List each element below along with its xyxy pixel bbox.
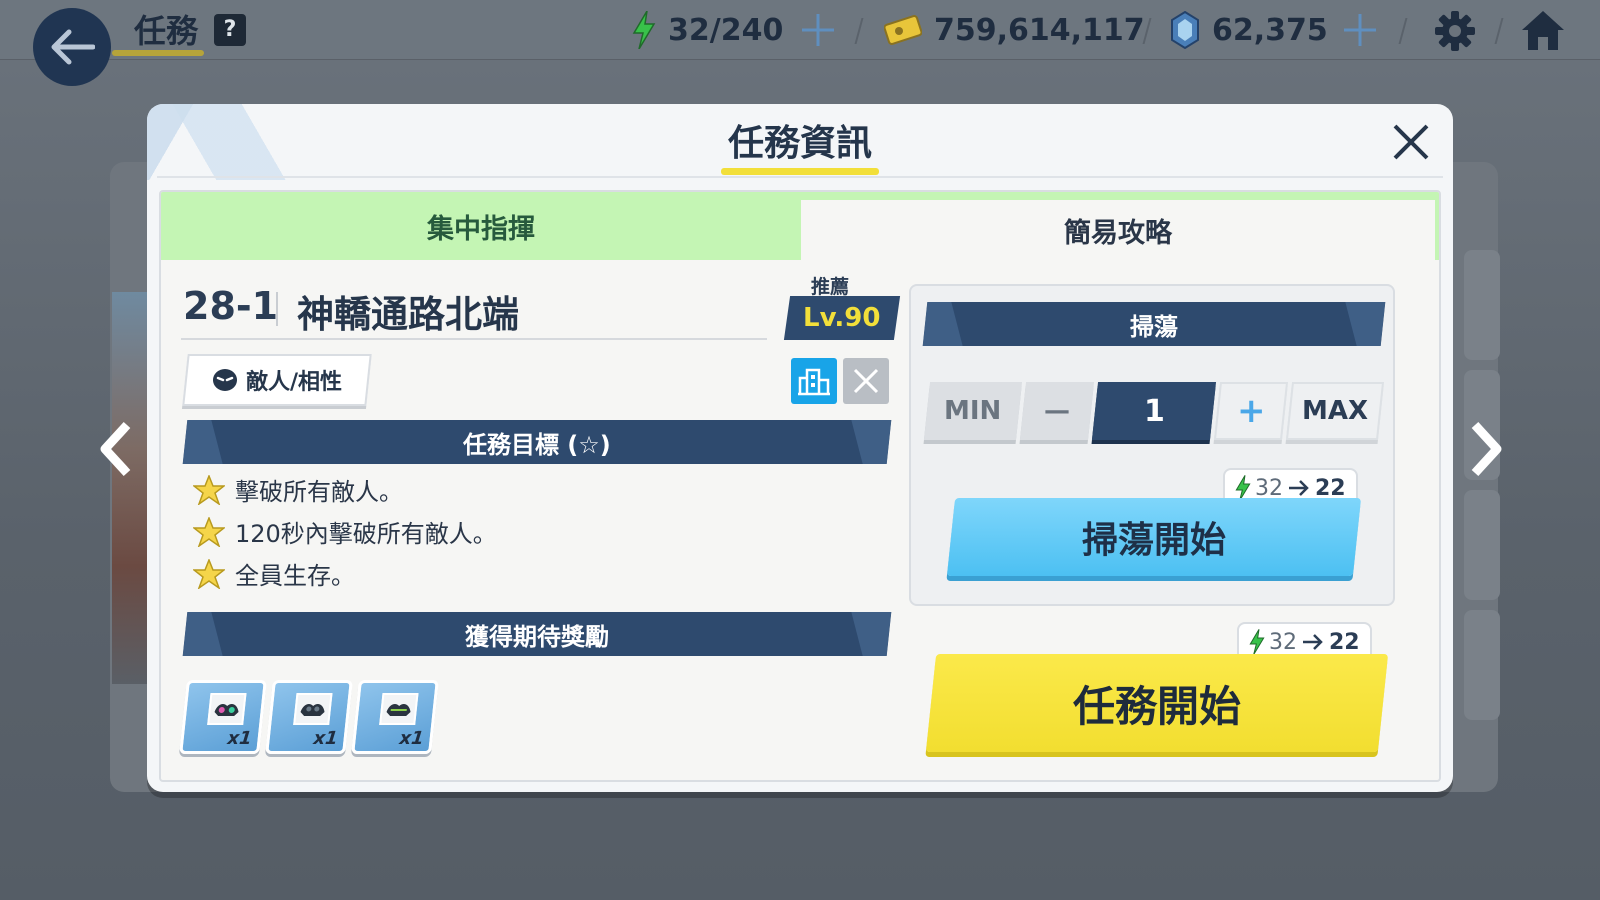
arrow-right-icon	[1303, 634, 1323, 650]
help-button[interactable]: ?	[214, 14, 246, 46]
sweep-count-field[interactable]: 1	[1091, 382, 1217, 440]
reward-item[interactable]: x1	[179, 680, 267, 754]
sweep-max-button[interactable]: MAX	[1285, 382, 1385, 440]
lightning-icon	[1249, 629, 1265, 655]
add-gems-button[interactable]	[1342, 12, 1378, 48]
arrow-left-icon	[51, 29, 95, 65]
objective-text: 擊破所有敵人。	[235, 478, 403, 506]
reward-item[interactable]: x1	[265, 680, 353, 754]
sweep-count-value: 1	[1143, 393, 1165, 429]
settings-gear-icon[interactable]	[1434, 10, 1476, 52]
objectives-header: 任務目標 (☆)	[182, 420, 892, 464]
divider	[276, 292, 278, 326]
enemy-info-button[interactable]: 敵人/相性	[182, 354, 372, 406]
mission-start-button[interactable]: 任務開始	[925, 654, 1389, 752]
objective-text: 120秒內擊破所有敵人。	[235, 520, 497, 548]
credit-card-icon	[884, 15, 922, 45]
dialog-content: 集中指揮 簡易攻略 28-1 神轎通路北端 推薦 Lv.90 敵人/相性 任務目…	[159, 190, 1441, 782]
objective-item: 擊破所有敵人。	[193, 472, 403, 507]
building-icon	[798, 368, 830, 396]
divider	[157, 176, 1443, 178]
close-icon	[853, 368, 879, 394]
sweep-start-label: 掃蕩開始	[1081, 520, 1226, 561]
divider	[181, 338, 767, 340]
recommended-level-badge: Lv.90	[783, 296, 901, 340]
next-stage-button[interactable]	[1462, 416, 1512, 482]
background-stage-card	[1464, 610, 1500, 720]
background-stage-card	[1464, 250, 1500, 360]
credits-value: 759,614,117	[934, 12, 1145, 48]
enemy-info-label: 敵人/相性	[245, 370, 343, 395]
objective-text: 全員生存。	[235, 562, 355, 590]
recommended-label: 推薦	[811, 276, 850, 298]
gems-value: 62,375	[1212, 12, 1328, 48]
lightning-icon	[632, 11, 656, 49]
sweep-title: 掃蕩	[1130, 312, 1178, 341]
sweep-min-label: MIN	[944, 396, 1002, 426]
background-stage-card	[1464, 490, 1500, 600]
credits-counter: 759,614,117	[884, 10, 1145, 50]
gems-counter: 62,375	[1170, 10, 1328, 50]
chevron-right-icon	[1471, 421, 1502, 477]
ap-value: 32/240	[668, 12, 784, 48]
sweep-min-button[interactable]: MIN	[923, 382, 1023, 440]
equipment-icon	[293, 693, 333, 725]
reward-quantity: x1	[398, 728, 425, 749]
plus-icon: +	[1236, 391, 1266, 431]
recommended-level: Lv.90	[803, 303, 881, 333]
sweep-cost-to: 22	[1315, 475, 1346, 501]
stage-number: 28-1	[183, 284, 279, 328]
sweep-increase-button[interactable]: +	[1213, 382, 1289, 440]
star-icon	[193, 558, 225, 589]
reward-quantity: x1	[312, 728, 339, 749]
page-title: 任務	[134, 12, 199, 50]
sweep-cost-from: 32	[1255, 475, 1283, 501]
mission-start-label: 任務開始	[1072, 681, 1241, 731]
objective-item: 120秒內擊破所有敵人。	[193, 514, 497, 549]
sweep-header: 掃蕩	[922, 302, 1386, 346]
gem-icon	[1170, 11, 1200, 49]
close-button[interactable]	[1387, 118, 1435, 166]
objective-item: 全員生存。	[193, 556, 355, 591]
add-ap-button[interactable]	[800, 12, 836, 48]
chevron-left-icon	[100, 421, 131, 477]
rewards-title: 獲得期待獎勵	[465, 622, 609, 651]
tab-focused-command[interactable]: 集中指揮	[161, 192, 801, 260]
minus-icon: —	[1044, 396, 1070, 426]
background-stage-image	[112, 292, 150, 684]
equipment-icon	[207, 693, 247, 725]
back-button[interactable]	[33, 8, 111, 86]
star-icon	[193, 516, 225, 547]
mission-info-dialog: 任務資訊 集中指揮 簡易攻略 28-1 神轎通路北端 推薦 Lv.90 敵人/相…	[147, 104, 1453, 792]
equipment-icon	[379, 693, 419, 725]
sweep-max-label: MAX	[1301, 396, 1369, 426]
stage-name: 神轎通路北端	[297, 293, 519, 336]
tab-quick-guide[interactable]: 簡易攻略	[801, 200, 1435, 260]
objectives-title: 任務目標 (☆)	[463, 430, 611, 459]
sweep-start-button[interactable]: 掃蕩開始	[946, 498, 1362, 576]
mission-cost-from: 32	[1269, 629, 1297, 655]
skip-disabled-button[interactable]	[843, 358, 889, 404]
dialog-title: 任務資訊	[727, 123, 872, 164]
rewards-header: 獲得期待獎勵	[182, 612, 892, 656]
previous-stage-button[interactable]	[90, 416, 140, 482]
mission-cost-to: 22	[1329, 629, 1360, 655]
enemy-face-icon	[212, 369, 237, 391]
dialog-title-underline	[721, 168, 879, 175]
reward-quantity: x1	[226, 728, 253, 749]
arrow-right-icon	[1289, 480, 1309, 496]
sweep-panel: 掃蕩 MIN — 1 + MAX 32 22 掃蕩開始	[909, 284, 1395, 606]
ap-counter: 32/240	[632, 10, 783, 50]
reward-item[interactable]: x1	[351, 680, 439, 754]
home-icon[interactable]	[1520, 8, 1566, 52]
map-button[interactable]	[791, 358, 837, 404]
sweep-decrease-button[interactable]: —	[1019, 382, 1095, 440]
star-icon	[193, 474, 225, 505]
page-title-underline	[112, 50, 204, 56]
close-icon	[1393, 124, 1429, 160]
